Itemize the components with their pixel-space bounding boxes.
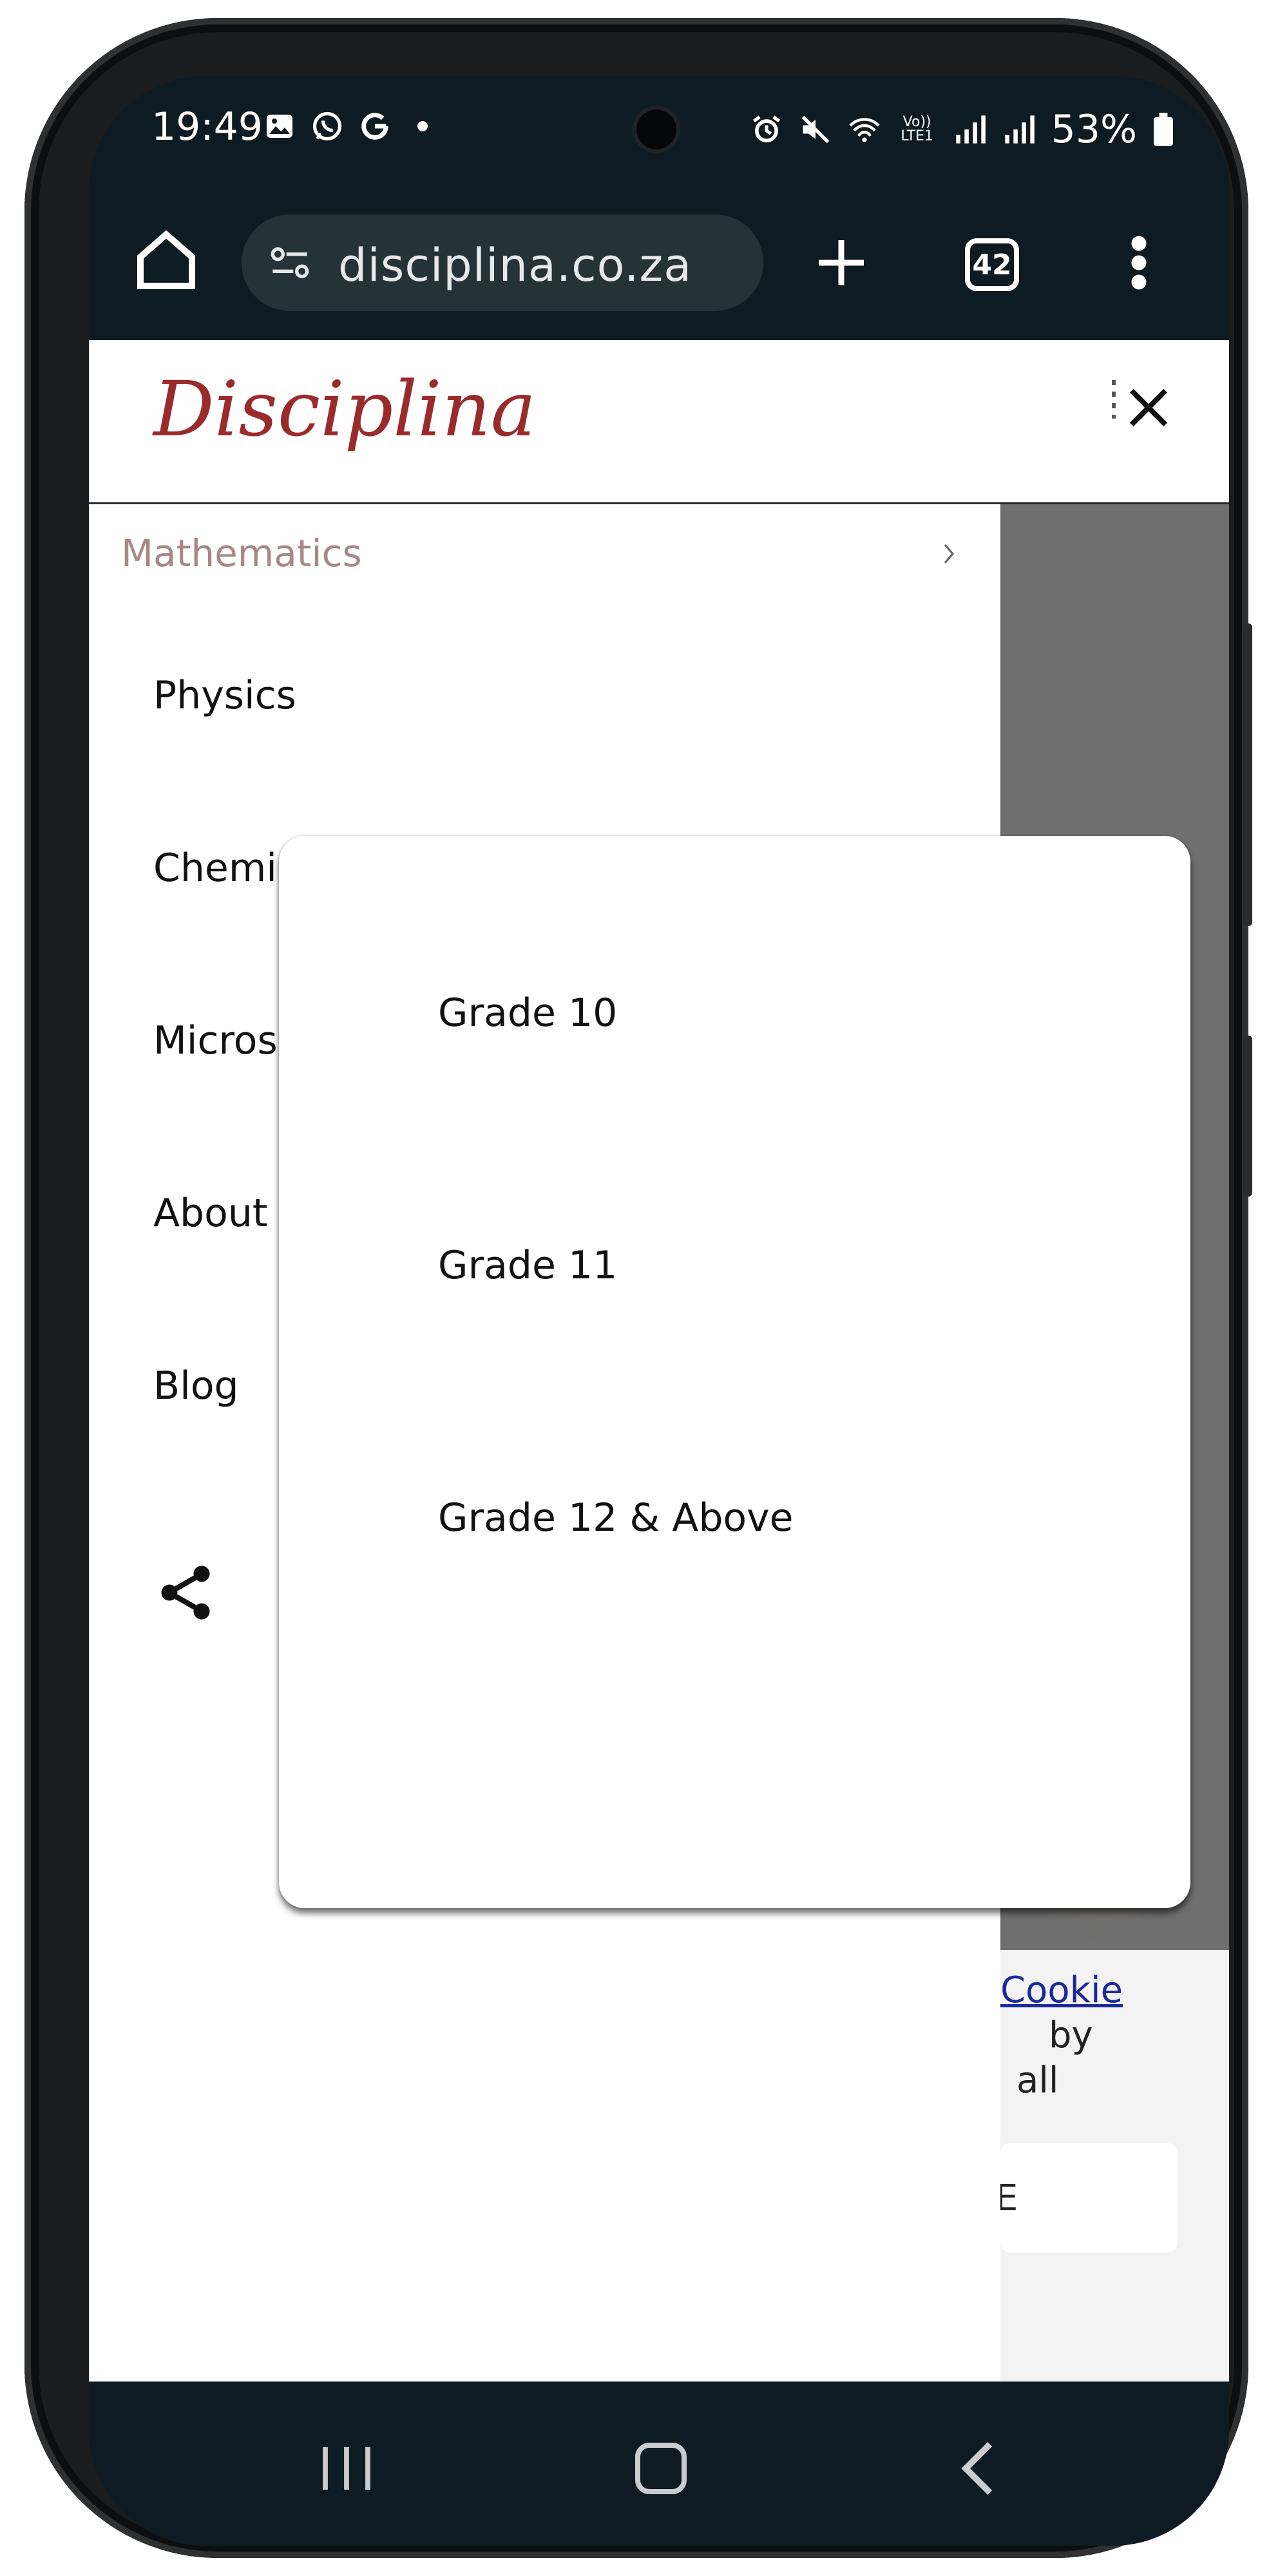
dropdown-option-grade-12[interactable]: Grade 12 & Above [438,1495,794,1540]
close-menu-button[interactable] [1120,379,1178,437]
volte-icon: Vo)) LTE1 [901,114,933,144]
site-logo[interactable]: Disciplina [153,365,536,453]
google-icon [358,109,392,143]
grade-dropdown: Grade 10 Grade 11 Grade 12 & Above [279,836,1190,1908]
cookie-accept-button[interactable]: E [995,2143,1178,2253]
share-icon[interactable] [153,1560,218,1625]
cookie-text-fragment: by [1049,2014,1093,2056]
browser-toolbar: disciplina.co.za 42 [89,185,1229,340]
nav-item-blog[interactable]: Blog [153,1363,239,1408]
volume-button [1243,623,1252,926]
menu-edge-indicator [1112,380,1116,419]
home-button[interactable] [128,222,205,299]
nav-item-about[interactable]: About [153,1191,267,1236]
recent-apps-icon [323,2447,370,2490]
dropdown-option-grade-10[interactable]: Grade 10 [438,990,617,1036]
nav-item-mathematics[interactable]: Mathematics [89,504,1000,607]
web-content: Disciplina Cookie by all E Mathematics P… [89,340,1229,2382]
phone-screen: 19:49 Vo)) LTE1 53% disciplina.co.za 42 … [89,76,1229,2546]
home-icon [137,230,195,289]
cookie-policy-link[interactable]: Cookie [1000,1969,1123,2011]
address-bar[interactable]: disciplina.co.za [242,214,763,311]
front-camera [636,109,676,149]
tab-switcher-button[interactable]: 42 [965,238,1019,291]
status-time: 19:49 [151,104,263,149]
nav-item-physics[interactable]: Physics [153,673,296,718]
power-button [1243,1036,1252,1197]
alarm-icon [750,113,783,146]
nav-item-label: Mathematics [121,531,362,575]
site-header: Disciplina [89,340,1229,506]
close-icon [1129,388,1168,427]
dropdown-option-grade-11[interactable]: Grade 11 [438,1243,617,1288]
battery-percent: 53% [1051,107,1137,152]
signal-icon [1002,113,1036,146]
dot-icon [406,109,439,143]
mute-icon [799,113,832,146]
back-button[interactable] [959,2439,997,2497]
system-navigation-bar [89,2382,1229,2546]
battery-icon [1152,113,1174,146]
chevron-right-icon [939,536,959,575]
site-settings-icon[interactable] [267,242,312,283]
phone-frame: 19:49 Vo)) LTE1 53% disciplina.co.za 42 … [24,18,1252,2558]
cookie-text-fragment: all [1016,2060,1059,2101]
system-home-button[interactable] [635,2443,687,2494]
new-tab-button[interactable] [803,224,880,301]
status-bar: 19:49 Vo)) LTE1 53% [89,76,1229,185]
back-icon [961,2442,993,2495]
url-text: disciplina.co.za [338,239,692,292]
more-vert-icon [1131,236,1147,290]
wifi-icon [848,113,881,146]
recent-apps-button[interactable] [318,2443,376,2494]
gallery-icon [263,109,296,143]
side-nav-drawer: Mathematics Physics Chemistry Microscopy… [89,504,1190,2382]
signal-icon [953,113,987,146]
plus-icon [819,240,864,285]
whatsapp-icon [310,109,344,143]
browser-menu-button[interactable] [1120,224,1158,301]
